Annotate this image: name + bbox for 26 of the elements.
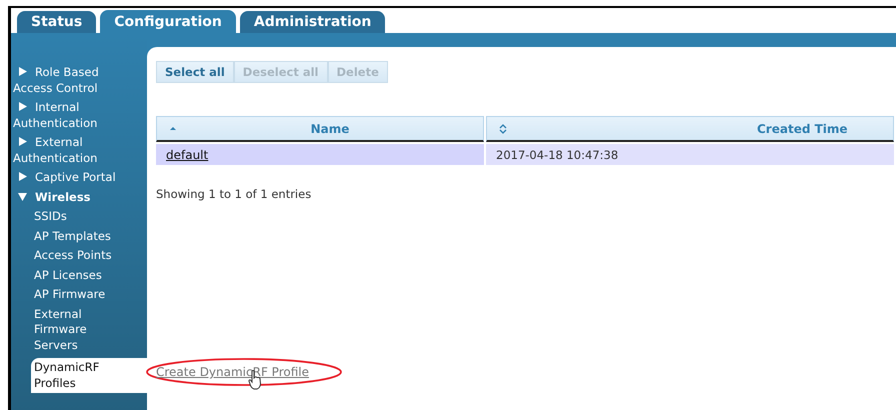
sidebar-item[interactable]: External Authentication — [11, 133, 147, 168]
name-link[interactable]: default — [166, 148, 208, 162]
sidebar-item[interactable]: Wireless — [11, 188, 147, 207]
sidebar-item[interactable]: Captive Portal — [11, 168, 147, 188]
sidebar-item[interactable]: AP Licenses — [11, 266, 147, 285]
tab[interactable]: Status — [17, 11, 96, 33]
triangle-down-icon — [18, 192, 27, 200]
sidebar-item[interactable]: AP Firmware — [11, 285, 147, 304]
sidebar-item[interactable]: Access Points — [11, 246, 147, 266]
sidebar-item[interactable]: SSIDs — [11, 207, 147, 226]
triangle-right-icon — [18, 137, 27, 146]
sidebar-item[interactable]: External Firmware Servers — [11, 304, 147, 355]
entries-info: Showing 1 to 1 of 1 entries — [156, 187, 312, 201]
sidebar-item[interactable]: DynamicRF Profiles — [31, 358, 147, 393]
sidebar-item[interactable]: Internal Authentication — [11, 98, 147, 133]
tab[interactable]: Configuration — [100, 10, 236, 33]
table-cell: 2017-04-18 10:47:38 — [486, 144, 894, 165]
triangle-right-icon — [18, 172, 27, 181]
sidebar-item[interactable]: AP Templates — [11, 226, 147, 246]
toolbar-button[interactable]: Select all — [156, 61, 234, 83]
triangle-right-icon — [18, 102, 27, 111]
column-header[interactable]: Name — [156, 116, 484, 142]
triangle-right-icon — [18, 67, 27, 76]
column-header[interactable]: Created Time — [486, 116, 894, 142]
sidebar-item[interactable]: Role Based Access Control — [11, 63, 147, 98]
tab[interactable]: Administration — [240, 11, 386, 33]
